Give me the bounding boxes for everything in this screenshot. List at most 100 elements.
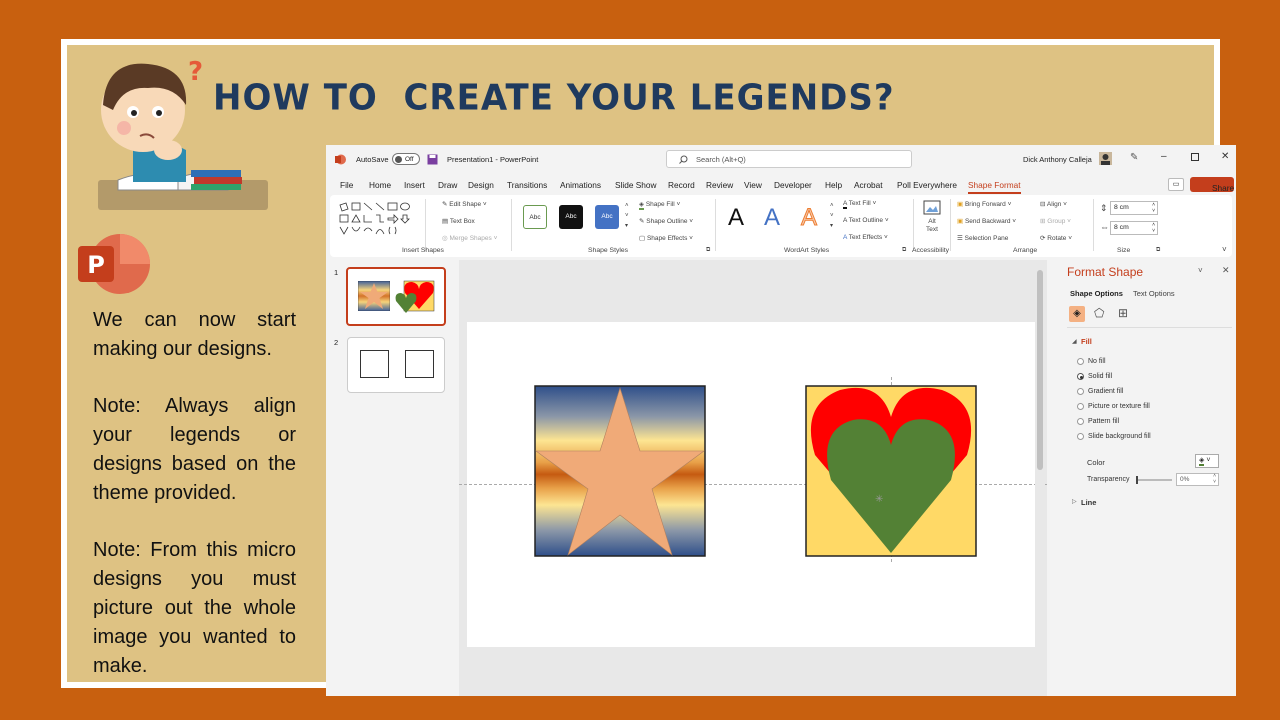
close-icon[interactable]: ✕ [1221, 151, 1229, 162]
alt-text-button[interactable]: Alt Text [920, 200, 944, 234]
dialog-launcher-icon[interactable]: ⧉ [1156, 247, 1160, 254]
slide-thumbnail-1[interactable] [346, 267, 446, 326]
tab-poll-everywhere[interactable]: Poll Everywhere [897, 180, 957, 190]
group-button[interactable]: ⊞ Group ˅ [1040, 217, 1071, 225]
merge-shapes-icon: ◎ [442, 235, 448, 242]
collapse-ribbon-icon[interactable]: ˅ [1222, 245, 1227, 254]
fill-section-header[interactable]: Fill [1081, 337, 1092, 346]
shape-fill-label: Shape Fill [645, 201, 675, 208]
picture-fill-radio[interactable] [1077, 403, 1084, 410]
tab-home[interactable]: Home [369, 180, 391, 190]
text-box-button[interactable]: ▤ Text Box [442, 217, 475, 225]
shapes-gallery[interactable] [338, 201, 420, 237]
thumbnail-heart-shape [395, 280, 435, 313]
tab-shape-format[interactable]: Shape Format [968, 180, 1021, 194]
transparency-slider[interactable] [1136, 476, 1172, 484]
tab-design[interactable]: Design [468, 180, 494, 190]
tab-text-options[interactable]: Text Options [1133, 289, 1175, 298]
dialog-launcher-icon[interactable]: ⧉ [706, 247, 710, 254]
edit-shape-icon: ✎ [442, 201, 448, 208]
solid-fill-radio[interactable] [1077, 373, 1084, 380]
pattern-fill-radio[interactable] [1077, 418, 1084, 425]
slide-thumbnail-2[interactable] [347, 337, 445, 393]
shape-width-input[interactable]: 8 cm ˄ ˅ [1110, 221, 1158, 235]
scrollbar-thumb[interactable] [1037, 270, 1043, 470]
text-fill-button[interactable]: A Text Fill ˅ [843, 200, 876, 209]
tab-transitions[interactable]: Transitions [507, 180, 547, 190]
pen-icon[interactable]: ✎ [1130, 152, 1138, 163]
no-fill-radio[interactable] [1077, 358, 1084, 365]
text-effects-button[interactable]: A Text Effects ˅ [843, 234, 888, 241]
edit-shape-button[interactable]: ✎ Edit Shape ˅ [442, 200, 487, 208]
size-properties-icon[interactable]: ⊞ [1118, 306, 1128, 320]
tab-shape-options[interactable]: Shape Options [1070, 289, 1123, 298]
merge-shapes-button[interactable]: ◎ Merge Shapes ˅ [442, 234, 497, 242]
save-icon[interactable] [427, 154, 438, 165]
shape-width-icon: ⇔ [1100, 222, 1109, 232]
slide-canvas[interactable]: ✳ [459, 322, 1047, 647]
maximize-icon[interactable] [1191, 153, 1199, 161]
tab-developer[interactable]: Developer [774, 180, 812, 190]
color-label: Color [1087, 458, 1105, 467]
shape-styles-scroll-icon[interactable]: ˄ ˅ ▾ [625, 201, 629, 231]
shape-effects-button[interactable]: ▢ Shape Effects ˅ [639, 234, 693, 242]
alt-text-icon [923, 200, 941, 215]
tab-file[interactable]: File [340, 180, 353, 190]
transparency-input[interactable]: 0% ˄ ˅ [1176, 473, 1219, 486]
bring-forward-button[interactable]: ▣ Bring Forward ˅ [957, 200, 1011, 208]
wordart-blue[interactable]: A [764, 204, 780, 232]
fill-line-icon[interactable]: ◈ [1069, 306, 1085, 322]
tab-record[interactable]: Record [668, 180, 695, 190]
vertical-scrollbar[interactable] [1035, 260, 1045, 696]
shape-fill-button[interactable]: ◈ Shape Fill ˅ [639, 200, 680, 210]
minimize-icon[interactable]: – [1161, 151, 1167, 162]
line-section-header[interactable]: Line [1081, 498, 1096, 507]
thinking-kid-illustration: ? [98, 57, 268, 210]
lesson-text: We can now start making our designs. Not… [93, 306, 296, 709]
rotate-icon: ⟳ [1040, 235, 1046, 242]
align-button[interactable]: ⊟ Align ˅ [1040, 200, 1067, 208]
selection-pane-button[interactable]: ☰ Selection Pane [957, 234, 1008, 242]
lesson-title: HOW TO CREATE YOUR LEGENDS? [213, 77, 895, 119]
heart-on-yellow-square[interactable]: ✳ [805, 385, 977, 557]
dialog-launcher-icon[interactable]: ⧉ [902, 247, 906, 254]
tab-help[interactable]: Help [825, 180, 842, 190]
tab-animations[interactable]: Animations [560, 180, 601, 190]
pane-close-icon[interactable]: ✕ [1222, 265, 1230, 276]
line-expander-icon[interactable]: ▷ [1072, 498, 1077, 505]
wordart-scroll-icon[interactable]: ˄ ˅ ▾ [830, 201, 834, 231]
star-on-gradient-square[interactable] [534, 385, 706, 557]
autosave-toggle[interactable]: Off [392, 153, 420, 165]
tab-acrobat[interactable]: Acrobat [854, 180, 883, 190]
tab-insert[interactable]: Insert [404, 180, 425, 190]
shape-style-blue[interactable]: Abc [595, 205, 619, 229]
search-box[interactable]: Search (Alt+Q) [666, 150, 912, 168]
pane-options-chevron-icon[interactable]: ˅ [1198, 266, 1203, 275]
rotate-button[interactable]: ⟳ Rotate ˅ [1040, 234, 1072, 242]
effects-pentagon-icon[interactable]: ⬠ [1094, 306, 1104, 320]
fill-expander-icon[interactable]: ◢ [1072, 338, 1077, 345]
shape-style-outline[interactable]: Abc [523, 205, 547, 229]
tab-slide-show[interactable]: Slide Show [615, 180, 657, 190]
powerpoint-app-icon [335, 154, 346, 165]
color-picker-button[interactable]: ◈ ˅ [1195, 454, 1219, 468]
shape-outline-button[interactable]: ✎ Shape Outline ˅ [639, 217, 693, 225]
svg-text:✳: ✳ [875, 494, 883, 505]
send-backward-label: Send Backward [964, 218, 1011, 225]
comments-icon[interactable]: ▭ [1168, 178, 1184, 191]
wordart-black[interactable]: A [728, 204, 744, 232]
tab-draw[interactable]: Draw [438, 180, 457, 190]
transparency-slider-thumb[interactable] [1136, 476, 1138, 484]
tab-view[interactable]: View [744, 180, 762, 190]
send-backward-button[interactable]: ▣ Send Backward ˅ [957, 217, 1016, 225]
wordart-orange[interactable]: A [800, 204, 817, 232]
user-avatar[interactable] [1099, 152, 1112, 165]
gradient-fill-radio[interactable] [1077, 388, 1084, 395]
ribbon-separator [425, 199, 426, 251]
shape-height-input[interactable]: 8 cm ˄ ˅ [1110, 201, 1158, 215]
text-outline-button[interactable]: A Text Outline ˅ [843, 217, 889, 224]
tab-review[interactable]: Review [706, 180, 733, 190]
share-button[interactable]: Share [1190, 177, 1234, 193]
slide-background-fill-radio[interactable] [1077, 433, 1084, 440]
shape-style-dark[interactable]: Abc [559, 205, 583, 229]
